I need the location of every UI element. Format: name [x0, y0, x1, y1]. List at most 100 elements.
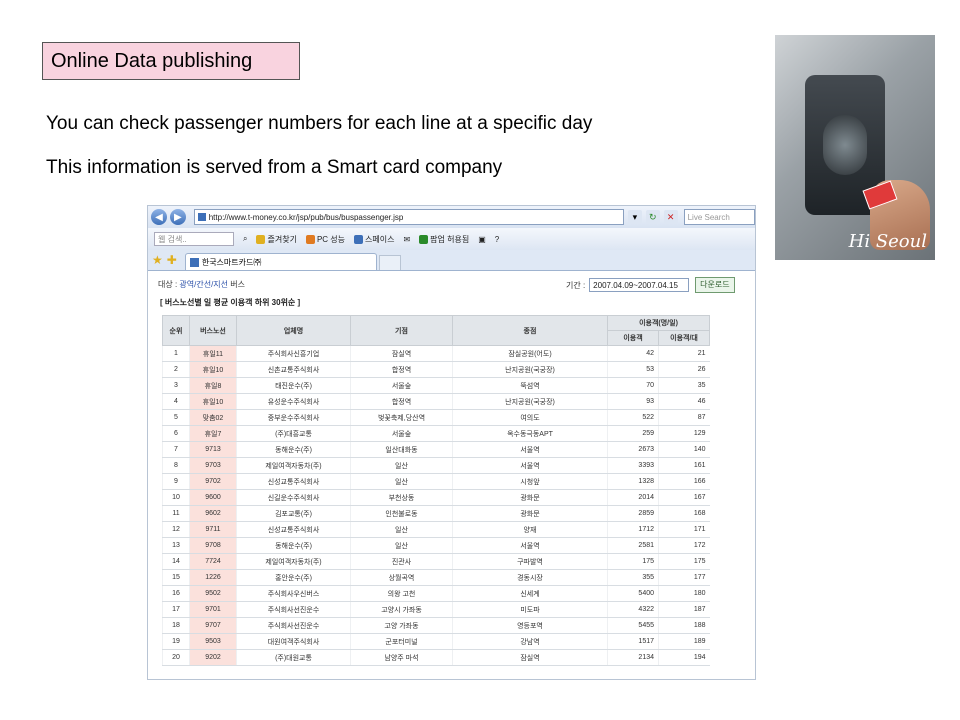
shield-icon: [305, 234, 315, 244]
row-riders: 93: [607, 393, 659, 410]
row-terminus: 구파발역: [452, 553, 608, 570]
row-riders: 53: [607, 361, 659, 378]
row-route: 9708: [189, 537, 237, 554]
favorites-star-icon[interactable]: ★: [152, 253, 163, 267]
dropdown-arrow-icon[interactable]: ▾: [627, 210, 642, 224]
pc-performance-button[interactable]: PC 성능: [305, 234, 345, 245]
table-row: 4 휴일10 유성운수주식회사 합정역 난지공원(국궁장) 93 46: [162, 393, 710, 410]
row-terminus: 영등포역: [452, 617, 608, 634]
row-terminus: 옥수동극동APT: [452, 425, 608, 442]
row-origin: 고양시 가좌동: [350, 601, 453, 618]
row-company: 신성교통주식회사: [236, 473, 351, 490]
tab-t-money[interactable]: 한국스마트카드㈜: [184, 253, 377, 270]
row-riders: 70: [607, 377, 659, 394]
help-icon[interactable]: ?: [495, 235, 499, 244]
target-label: 대상 :: [158, 280, 178, 289]
new-tab-button[interactable]: [378, 255, 401, 270]
address-bar-row: ◀ ▶ http://www.t-money.co.kr/jsp/pub/bus…: [148, 206, 755, 228]
row-terminus: 미도파: [452, 601, 608, 618]
slide-text-line-1: You can check passenger numbers for each…: [46, 113, 593, 134]
row-riders: 2859: [607, 505, 659, 522]
slide-title: Online Data publishing: [42, 42, 300, 80]
row-route: 9202: [189, 649, 237, 666]
row-origin: 군포터미널: [350, 633, 453, 650]
row-terminus: 광화문: [452, 489, 608, 506]
row-per-bus: 189: [658, 633, 710, 650]
forward-icon[interactable]: ▶: [169, 209, 186, 225]
row-riders: 259: [607, 425, 659, 442]
row-per-bus: 161: [658, 457, 710, 474]
row-terminus: 강남역: [452, 633, 608, 650]
row-route: 9600: [189, 489, 237, 506]
row-riders: 1328: [607, 473, 659, 490]
popup-allowed-button[interactable]: 팝업 허용됨: [419, 234, 469, 245]
target-filter: 대상 : 광역/간선/지선 버스: [158, 279, 245, 290]
row-per-bus: 140: [658, 441, 710, 458]
row-rank: 6: [162, 425, 190, 442]
row-origin: 의왕 고천: [350, 585, 453, 602]
row-origin: 일산: [350, 457, 453, 474]
row-riders: 1712: [607, 521, 659, 538]
row-rank: 19: [162, 633, 190, 650]
table-row: 19 9503 대원여객주식회사 군포터미널 강남역 1517 189: [162, 633, 710, 650]
row-per-bus: 168: [658, 505, 710, 522]
row-company: 대원여객주식회사: [236, 633, 351, 650]
table-row: 13 9708 동해운수(주) 일산 서울역 2581 172: [162, 537, 710, 554]
toolbar-search-input[interactable]: 웹 검색..: [154, 232, 234, 246]
row-terminus: 여의도: [452, 409, 608, 426]
row-origin: 고양 가좌동: [350, 617, 453, 634]
row-rank: 1: [162, 345, 190, 362]
spaces-button[interactable]: 스페이스: [354, 234, 394, 245]
row-riders: 2673: [607, 441, 659, 458]
row-route: 휴일10: [189, 361, 237, 378]
row-riders: 522: [607, 409, 659, 426]
search-icon[interactable]: ⌕: [243, 234, 247, 244]
row-riders: 4322: [607, 601, 659, 618]
favorites-button[interactable]: 즐겨찾기: [256, 234, 297, 245]
download-button[interactable]: 다운로드: [695, 277, 735, 293]
target-link[interactable]: 광역/간선/지선: [179, 280, 228, 289]
table-row: 14 7724 제일여객자동차(주) 진관사 구파발역 175 175: [162, 553, 710, 570]
row-terminus: 신세계: [452, 585, 608, 602]
period-select[interactable]: 2007.04.09~2007.04.15: [589, 278, 690, 292]
row-rank: 4: [162, 393, 190, 410]
stop-icon[interactable]: ✕: [663, 210, 678, 224]
row-origin: 진관사: [350, 553, 453, 570]
card-reader-sensor: [823, 115, 867, 175]
row-company: 주식회사선진운수: [236, 601, 351, 618]
table-row: 20 9202 (주)대원교통 남양주 마석 잠실역 2134 194: [162, 649, 710, 666]
smart-card-reader-photo: Hi Seoul: [775, 35, 935, 260]
row-company: 중부운수주식회사: [236, 409, 351, 426]
back-icon[interactable]: ◀: [151, 209, 167, 225]
refresh-icon[interactable]: ↻: [645, 210, 660, 224]
table-row: 3 휴일8 태진운수(주) 서울숲 뚝섬역 70 35: [162, 377, 710, 394]
row-per-bus: 180: [658, 585, 710, 602]
header-rank: 순위: [162, 315, 190, 346]
row-company: 신길운수주식회사: [236, 489, 351, 506]
add-favorite-icon[interactable]: ✚: [167, 253, 177, 267]
live-search-input[interactable]: Live Search: [683, 209, 755, 225]
mail-icon[interactable]: ✉: [403, 235, 410, 244]
row-company: 김포교통(주): [236, 505, 351, 522]
row-route: 9503: [189, 633, 237, 650]
header-company: 업체명: [236, 315, 351, 346]
row-riders: 42: [607, 345, 659, 362]
url-field[interactable]: http://www.t-money.co.kr/jsp/pub/bus/bus…: [193, 209, 624, 225]
header-terminus: 종점: [452, 315, 608, 346]
row-terminus: 양재: [452, 521, 608, 538]
row-origin: 일산대화동: [350, 441, 453, 458]
feed-icon[interactable]: ▣: [478, 235, 486, 244]
web-page-content: 대상 : 광역/간선/지선 버스 기간 : 2007.04.09~2007.04…: [148, 271, 755, 679]
row-rank: 17: [162, 601, 190, 618]
row-company: 주식회사우신버스: [236, 585, 351, 602]
row-origin: 서울숲: [350, 377, 453, 394]
row-origin: 일산: [350, 473, 453, 490]
row-route: 9713: [189, 441, 237, 458]
tab-strip: ★ ✚ 한국스마트카드㈜: [148, 250, 755, 271]
header-riders-total: 이용객: [607, 330, 659, 346]
row-riders: 355: [607, 569, 659, 586]
row-company: 태진운수(주): [236, 377, 351, 394]
table-row: 11 9602 김포교통(주) 인천불로동 광화문 2859 168: [162, 505, 710, 522]
row-origin: 합정역: [350, 393, 453, 410]
row-company: 주식회사신흥기업: [236, 345, 351, 362]
